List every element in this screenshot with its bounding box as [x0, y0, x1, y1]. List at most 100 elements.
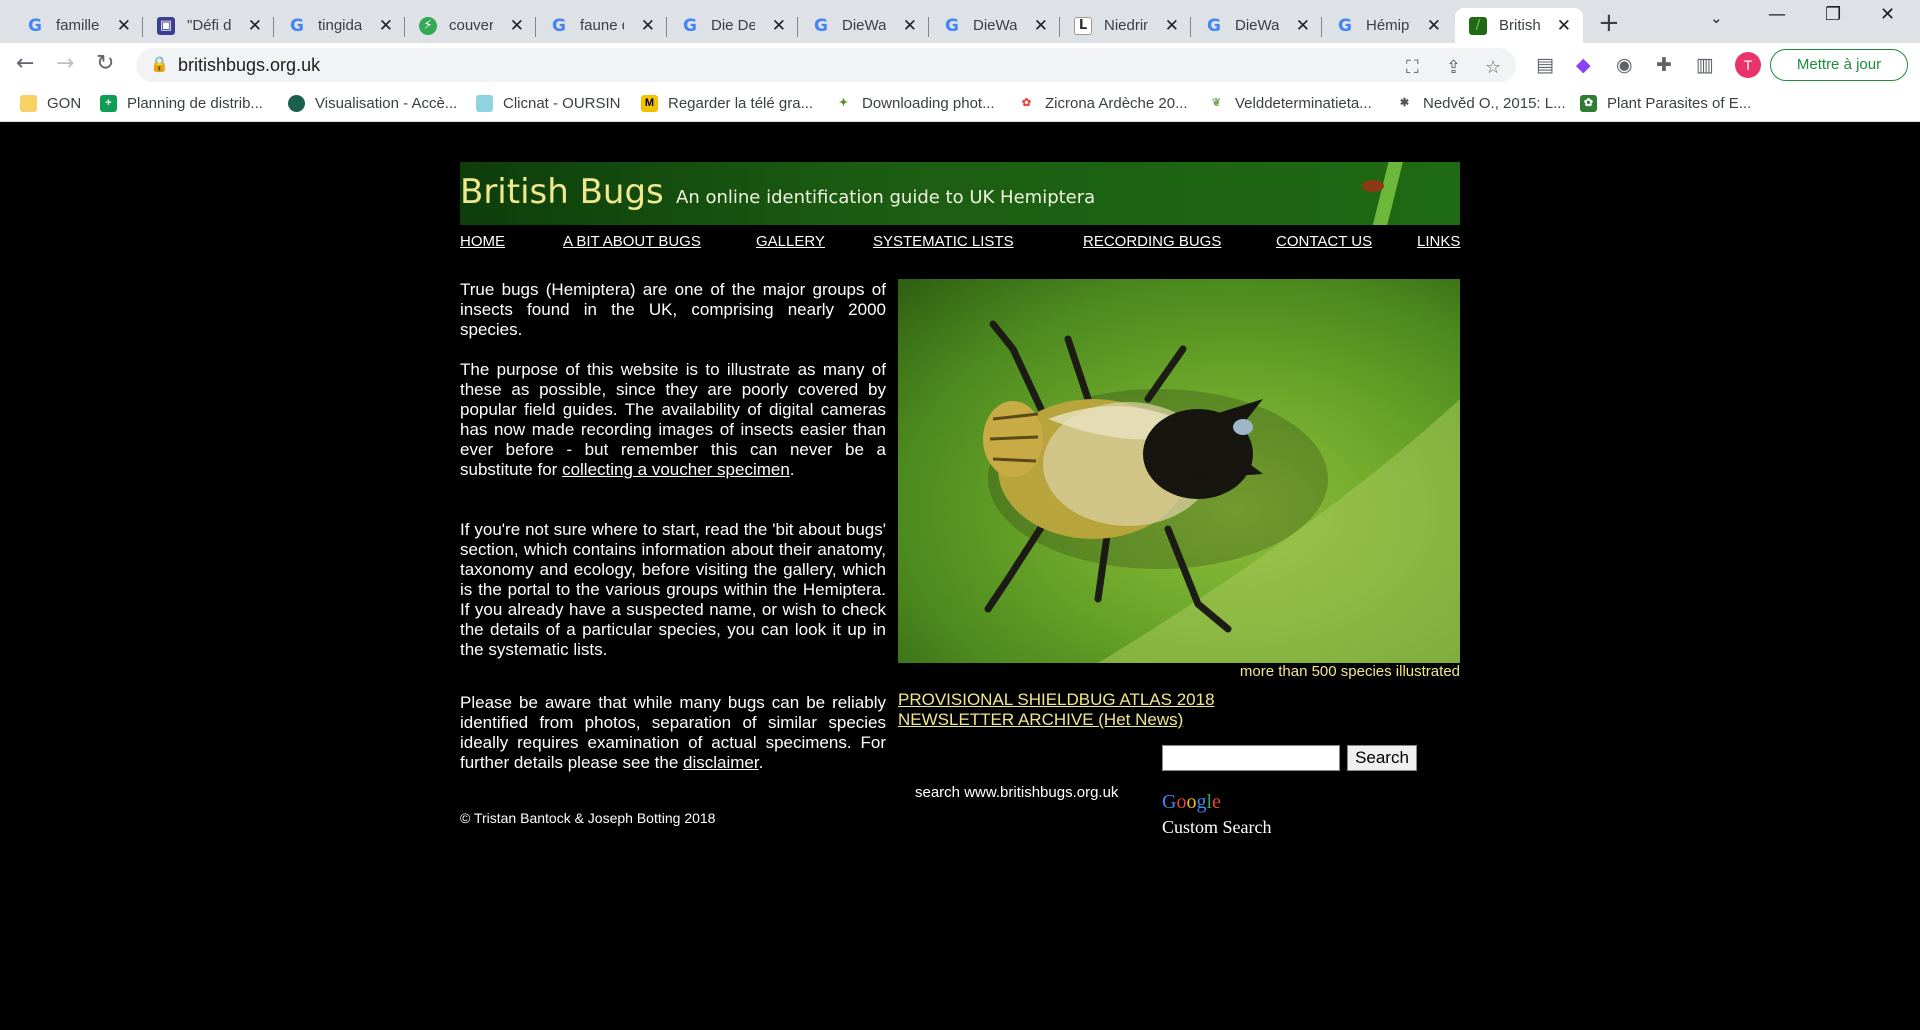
google-icon: G: [290, 15, 304, 36]
bookmark-item[interactable]: ✿ Plant Parasites of E...: [1580, 95, 1751, 112]
close-tab-icon[interactable]: ✕: [1296, 16, 1310, 36]
nav-gallery[interactable]: GALLERY: [756, 233, 825, 250]
disclaimer-link[interactable]: disclaimer: [683, 753, 759, 772]
tab-title: DieWan: [842, 17, 886, 34]
newsletter-archive-link[interactable]: NEWSLETTER ARCHIVE (Het News): [898, 710, 1183, 730]
camera-icon[interactable]: ◉: [1616, 54, 1633, 76]
browser-tab[interactable]: G DieWan ✕: [929, 8, 1060, 43]
url-text[interactable]: britishbugs.org.uk: [178, 55, 320, 76]
address-bar[interactable]: 🔒 britishbugs.org.uk ⛶ ⇪ ☆: [136, 48, 1516, 82]
nav-recording-bugs[interactable]: RECORDING BUGS: [1083, 233, 1221, 250]
tab-title: British B: [1499, 17, 1543, 34]
photo-caption: more than 500 species illustrated: [1239, 663, 1460, 680]
tab-strip: G familles ✕ ▣ "Défi de ✕ G tingidae ✕ ⚡…: [0, 0, 1920, 43]
tab-title: tingidae: [318, 17, 362, 34]
nav-links[interactable]: LINKS: [1417, 233, 1460, 250]
tab-search-icon[interactable]: ⌄: [1710, 9, 1723, 27]
nav-systematic-lists[interactable]: SYSTEMATIC LISTS: [873, 233, 1014, 250]
site-banner: British Bugs An online identification gu…: [460, 162, 1460, 225]
browser-tab[interactable]: G DieWan ✕: [798, 8, 929, 43]
close-tab-icon[interactable]: ✕: [379, 16, 393, 36]
nav-contact-us[interactable]: CONTACT US: [1276, 233, 1372, 250]
update-button[interactable]: Mettre à jour: [1770, 49, 1908, 81]
bookmark-item[interactable]: M Regarder la télé gra...: [641, 95, 813, 112]
bookmark-star-icon[interactable]: ☆: [1485, 57, 1501, 78]
site-search-input[interactable]: [1162, 745, 1340, 771]
close-tab-icon[interactable]: ✕: [903, 16, 917, 36]
search-button[interactable]: Search: [1347, 745, 1417, 771]
new-tab-icon[interactable]: +: [1598, 8, 1620, 38]
browser-toolbar: ← → ↻ 🔒 britishbugs.org.uk ⛶ ⇪ ☆ ▤ ◆ ◉ ✚…: [0, 43, 1920, 87]
close-tab-icon[interactable]: ✕: [510, 16, 524, 36]
nav-about-bugs[interactable]: A BIT ABOUT BUGS: [563, 233, 701, 250]
close-tab-icon[interactable]: ✕: [1557, 16, 1571, 36]
site-subtitle: An online identification guide to UK Hem…: [676, 187, 1096, 208]
bookmark-item[interactable]: ✱ Nedvěd O., 2015: L...: [1396, 95, 1566, 112]
browser-tab[interactable]: ⚡ couvert ✕: [405, 8, 536, 43]
voucher-specimen-link[interactable]: collecting a voucher specimen: [562, 460, 790, 479]
close-tab-icon[interactable]: ✕: [1165, 16, 1179, 36]
restore-icon[interactable]: ❐: [1825, 4, 1841, 25]
close-window-icon[interactable]: ✕: [1880, 4, 1895, 25]
site-icon: [476, 95, 493, 112]
reload-icon[interactable]: ↻: [96, 51, 114, 76]
browser-tab[interactable]: L Niedrin ✕: [1060, 8, 1191, 43]
bookmark-item[interactable]: Visualisation - Accè...: [288, 95, 457, 112]
google-icon: G: [814, 15, 828, 36]
tab-title: Niedrin: [1104, 17, 1148, 34]
close-tab-icon[interactable]: ✕: [772, 16, 786, 36]
browser-tab[interactable]: G Die Deu ✕: [667, 8, 798, 43]
share-icon[interactable]: ⇪: [1446, 57, 1461, 78]
bookmark-item[interactable]: Clicnat - OURSIN: [476, 95, 621, 112]
bookmark-item[interactable]: ✿ Zicrona Ardèche 20...: [1018, 95, 1188, 112]
browser-tab[interactable]: G faune d ✕: [536, 8, 667, 43]
reading-list-icon[interactable]: ▤: [1536, 54, 1554, 76]
browser-tab[interactable]: G DieWan ✕: [1191, 8, 1322, 43]
browser-tab[interactable]: ▣ "Défi de ✕: [143, 8, 274, 43]
extension-icon[interactable]: ◆: [1576, 54, 1591, 76]
nav-home[interactable]: HOME: [460, 233, 505, 250]
tab-title: Die Deu: [711, 17, 755, 34]
site-icon: ✿: [1580, 95, 1597, 112]
bookmark-item[interactable]: + Planning de distrib...: [100, 95, 263, 112]
site-icon: ▣: [157, 16, 175, 35]
side-panel-icon[interactable]: ▥: [1696, 54, 1714, 76]
tab-title: Hémipt: [1366, 17, 1410, 34]
bookmark-item[interactable]: GON: [20, 95, 81, 112]
close-tab-icon[interactable]: ✕: [248, 16, 262, 36]
lock-icon[interactable]: 🔒: [150, 55, 169, 73]
browser-tab[interactable]: G tingidae ✕: [274, 8, 405, 43]
site-icon: [288, 95, 305, 112]
google-icon: G: [1338, 15, 1352, 36]
bookmark-item[interactable]: ✦ Downloading phot...: [835, 95, 995, 112]
bookmark-item[interactable]: ❦ Velddeterminatieta...: [1208, 95, 1372, 112]
folder-icon: [20, 95, 37, 112]
close-tab-icon[interactable]: ✕: [641, 16, 655, 36]
web-page: British Bugs An online identification gu…: [0, 123, 1920, 1030]
featured-bug-photo[interactable]: [898, 279, 1460, 663]
back-icon[interactable]: ←: [16, 51, 34, 76]
bug-graphic: [1362, 180, 1384, 192]
google-icon: G: [945, 15, 959, 36]
translate-icon[interactable]: ⛶: [1406, 57, 1419, 78]
site-icon: ⚡: [419, 16, 437, 35]
shieldbug-atlas-link[interactable]: PROVISIONAL SHIELDBUG ATLAS 2018: [898, 690, 1215, 710]
site-icon: M: [641, 95, 658, 112]
browser-tab[interactable]: G familles ✕: [12, 8, 143, 43]
minimize-icon[interactable]: —: [1768, 4, 1786, 25]
close-tab-icon[interactable]: ✕: [1034, 16, 1048, 36]
browser-tab-active[interactable]: / British B ✕: [1455, 8, 1583, 43]
avatar[interactable]: T: [1735, 52, 1761, 78]
extensions-puzzle-icon[interactable]: ✚: [1656, 54, 1672, 76]
site-icon: L: [1074, 16, 1092, 35]
intro-paragraph-1: True bugs (Hemiptera) are one of the maj…: [460, 280, 886, 339]
leafhopper-illustration: [983, 320, 1460, 663]
close-tab-icon[interactable]: ✕: [1427, 16, 1441, 36]
forward-icon[interactable]: →: [56, 51, 74, 76]
close-tab-icon[interactable]: ✕: [117, 16, 131, 36]
bookmarks-bar: GON + Planning de distrib... Visualisatio…: [0, 87, 1920, 122]
tab-title: DieWan: [973, 17, 1017, 34]
leaf-icon: ❦: [1208, 95, 1225, 112]
browser-tab[interactable]: G Hémipt ✕: [1322, 8, 1453, 43]
tab-title: DieWan: [1235, 17, 1279, 34]
